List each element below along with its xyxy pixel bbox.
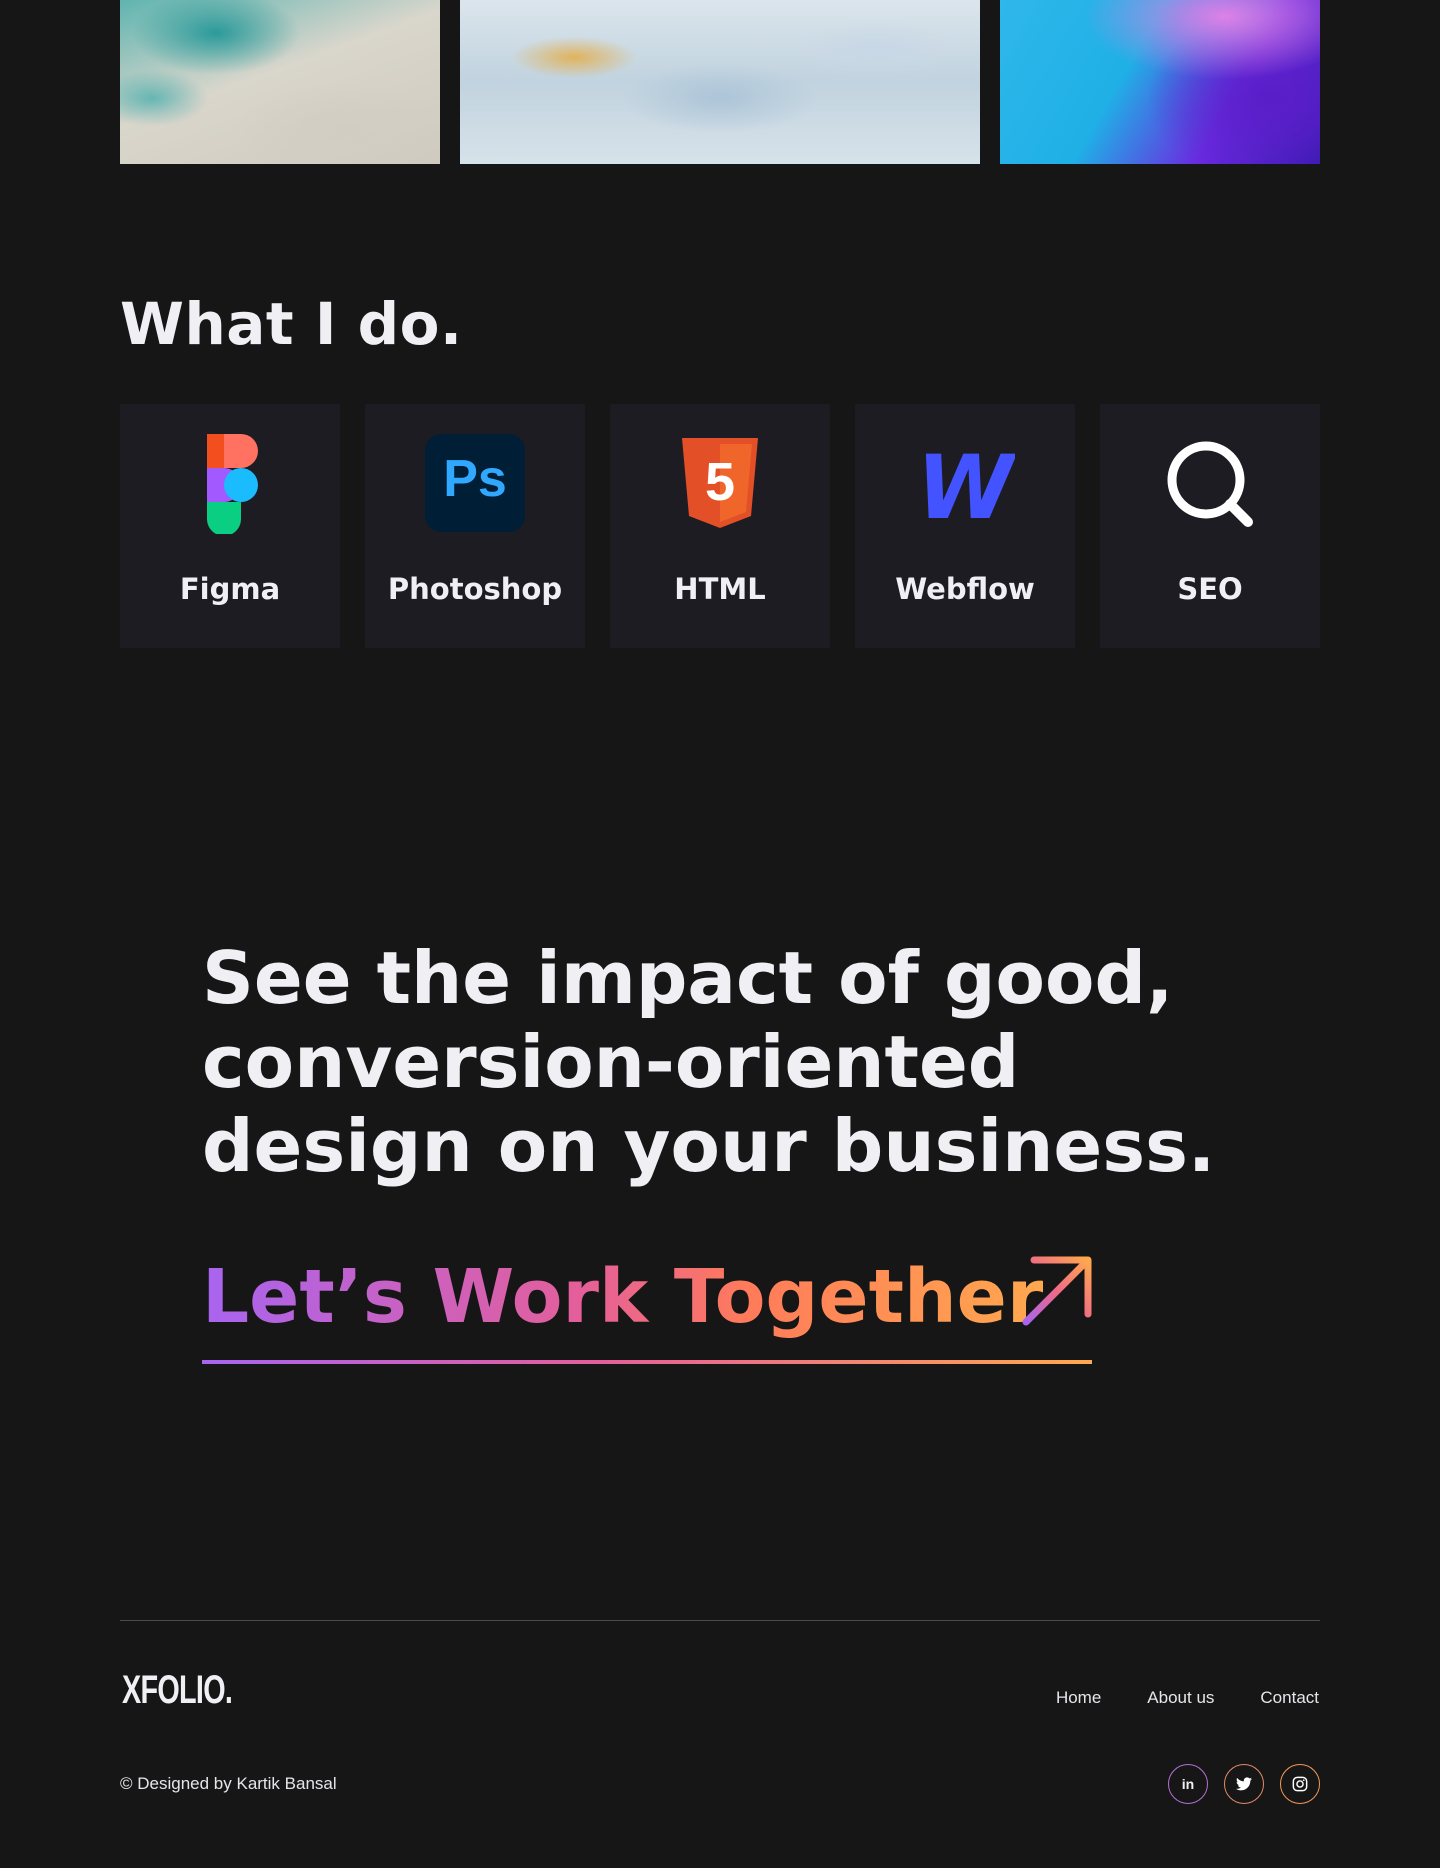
skill-card-webflow[interactable]: W Webflow [855,404,1075,648]
skill-label: Figma [179,572,281,606]
figma-icon [207,434,258,534]
twitter-button[interactable] [1224,1764,1264,1804]
webflow-icon: W [916,436,1015,534]
html5-icon-text: 5 [705,452,735,512]
skill-card-seo[interactable]: SEO [1100,404,1320,648]
section-title: What I do. [120,290,463,358]
photoshop-icon: Ps [425,434,525,532]
footer-divider [120,1620,1320,1621]
social-links: in [1168,1764,1320,1804]
skill-card-html[interactable]: 5 HTML [610,404,830,648]
teal-marble-image[interactable] [120,0,440,164]
skill-label: Photoshop [387,572,563,606]
skill-label: SEO [1177,572,1243,606]
webflow-icon-text: W [916,436,1015,534]
search-icon [1167,441,1253,527]
linkedin-icon: in [1181,1776,1195,1792]
cta-underline [202,1360,1092,1364]
html5-icon: 5 [682,438,758,528]
nav-link-about[interactable]: About us [1147,1688,1214,1708]
photoshop-icon-text: Ps [443,450,507,508]
skill-label: HTML [674,572,766,606]
instagram-button[interactable] [1280,1764,1320,1804]
footer-nav: Home About us Contact [1056,1688,1319,1708]
skill-card-figma[interactable]: Figma [120,404,340,648]
cta-link-text: Let’s Work Together [202,1254,1044,1340]
arrow-up-right-icon [1022,1256,1092,1326]
nav-link-home[interactable]: Home [1056,1688,1101,1708]
nav-link-contact[interactable]: Contact [1260,1688,1319,1708]
skill-card-photoshop[interactable]: Ps Photoshop [365,404,585,648]
linkedin-button[interactable]: in [1168,1764,1208,1804]
instagram-icon [1292,1776,1308,1792]
skill-label: Webflow [895,572,1035,606]
site-logo[interactable]: XFOLIO. [122,1668,233,1713]
work-together-link[interactable]: Let’s Work Together [202,1252,1092,1366]
cta-heading: See the impact of good, conversion-orien… [202,936,1216,1188]
skills-grid: Figma Ps Photoshop 5 HTML W Webflow SEO [120,404,1320,648]
blue-marble-image[interactable] [460,0,980,164]
twitter-icon [1236,1777,1252,1791]
copyright-text: © Designed by Kartik Bansal [120,1774,337,1793]
purple-gradient-image[interactable] [1000,0,1320,164]
portfolio-gallery [120,0,1320,164]
